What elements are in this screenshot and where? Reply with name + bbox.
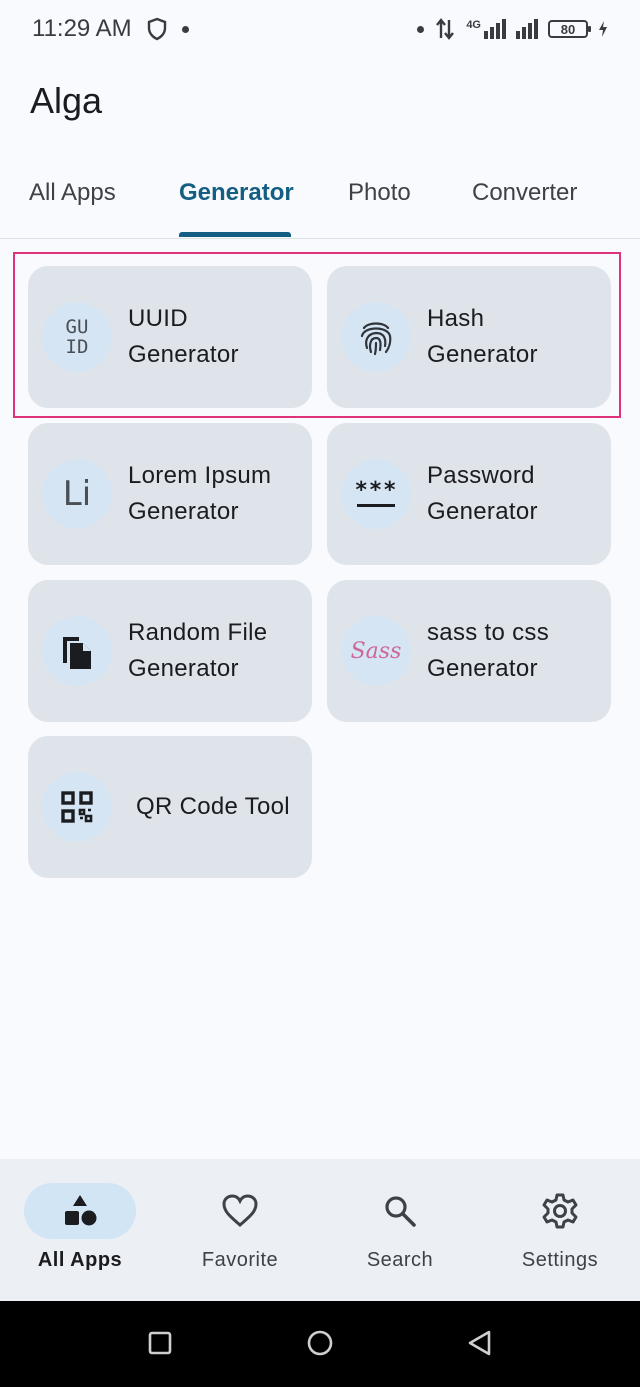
nav-label: Favorite xyxy=(201,1249,279,1271)
data-transfer-icon xyxy=(436,18,455,40)
category-tabs: All Apps Generator Photo Converter xyxy=(0,160,640,239)
nav-label: Settings xyxy=(521,1249,599,1271)
card-label: QR Code Tool xyxy=(136,793,290,820)
card-lorem-ipsum-generator[interactable]: Li Lorem Ipsum Generator xyxy=(28,423,312,565)
guid-icon: GU ID xyxy=(42,302,112,372)
battery-level: 80 xyxy=(560,21,576,37)
card-hash-generator[interactable]: Hash Generator xyxy=(327,266,611,408)
tab-converter[interactable]: Converter xyxy=(472,160,577,238)
card-label: Password Generator xyxy=(427,462,538,525)
status-time: 11:29 AM xyxy=(32,15,132,42)
qr-code-icon xyxy=(42,772,112,842)
notification-dot xyxy=(181,25,189,33)
tab-photo[interactable]: Photo xyxy=(348,160,411,238)
sass-logo-text: Sass xyxy=(350,638,402,664)
charging-icon xyxy=(599,21,607,37)
nav-favorite[interactable]: Favorite xyxy=(160,1183,320,1272)
card-label: Random File Generator xyxy=(128,619,268,682)
guid-icon-text: GU ID xyxy=(65,316,89,358)
sass-logo-icon: Sass xyxy=(341,616,411,686)
shield-icon xyxy=(147,17,166,41)
battery-icon: 80 xyxy=(548,20,591,38)
card-label: Lorem Ipsum Generator xyxy=(128,462,272,525)
bottom-navigation: All Apps Favorite Search Settings xyxy=(0,1159,640,1301)
active-tab-indicator xyxy=(179,232,291,237)
card-uuid-generator[interactable]: GU ID UUID Generator xyxy=(28,266,312,408)
search-icon xyxy=(344,1183,456,1239)
heart-icon xyxy=(184,1183,296,1239)
network-type: 4G xyxy=(466,19,481,31)
card-random-file-generator[interactable]: Random File Generator xyxy=(28,580,312,722)
card-label: Hash Generator xyxy=(427,305,538,368)
card-label: UUID Generator xyxy=(128,305,239,368)
tab-generator[interactable]: Generator xyxy=(179,160,294,238)
notification-dot xyxy=(417,25,425,33)
recent-apps-icon[interactable] xyxy=(148,1329,172,1359)
nav-label: All Apps xyxy=(37,1249,123,1271)
signal-icon xyxy=(516,19,538,39)
shapes-icon xyxy=(24,1183,136,1239)
signal-icon xyxy=(484,19,506,39)
file-copy-icon xyxy=(42,616,112,686)
password-icon-text: *** xyxy=(354,477,398,503)
card-password-generator[interactable]: *** Password Generator xyxy=(327,423,611,565)
tab-all-apps[interactable]: All Apps xyxy=(29,160,116,238)
lorem-icon-text: Li xyxy=(62,474,92,514)
card-label: sass to css Generator xyxy=(427,619,549,682)
status-bar: 11:29 AM 4G 80 xyxy=(0,0,640,58)
password-icon: *** xyxy=(341,459,411,529)
gear-icon xyxy=(504,1183,616,1239)
home-icon[interactable] xyxy=(306,1329,336,1359)
app-title: Alga xyxy=(30,80,103,121)
card-sass-to-css-generator[interactable]: Sass sass to css Generator xyxy=(327,580,611,722)
back-icon[interactable] xyxy=(466,1329,494,1359)
nav-label: Search xyxy=(366,1249,434,1271)
fingerprint-icon xyxy=(341,302,411,372)
lorem-icon: Li xyxy=(42,459,112,529)
nav-search[interactable]: Search xyxy=(320,1183,480,1272)
system-navigation-bar xyxy=(0,1301,640,1387)
nav-all-apps[interactable]: All Apps xyxy=(0,1183,160,1272)
nav-settings[interactable]: Settings xyxy=(480,1183,640,1272)
card-qr-code-tool[interactable]: QR Code Tool xyxy=(28,736,312,878)
